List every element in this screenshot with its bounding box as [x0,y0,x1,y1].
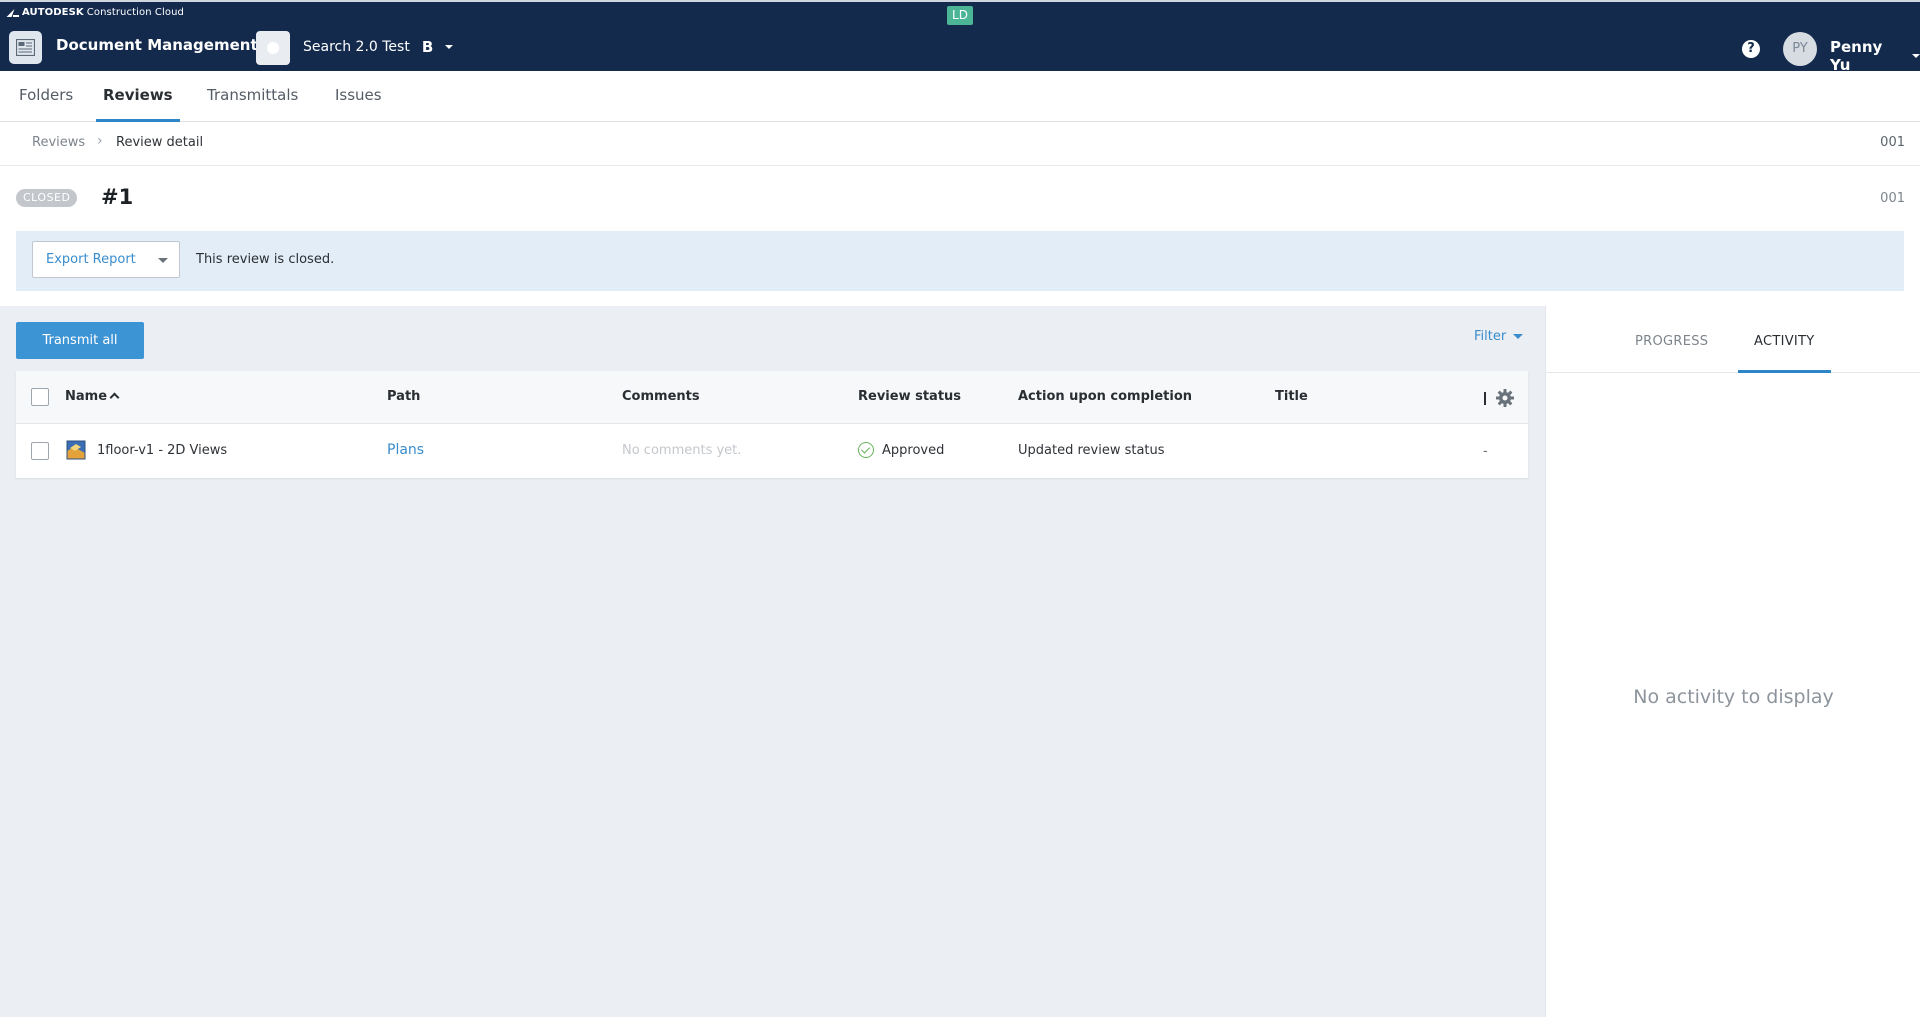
project-thumbnail[interactable] [256,31,290,65]
breadcrumb-code: 001 [1880,135,1905,150]
autodesk-logo-icon [8,9,19,17]
brand-name: AUTODESK [22,7,84,18]
tab-transmittals[interactable]: Transmittals [207,86,298,122]
export-report-dropdown[interactable]: Export Report [32,241,180,278]
tab-activity[interactable]: ACTIVITY [1738,334,1831,373]
user-avatar[interactable]: PY [1783,32,1817,66]
banner-message: This review is closed. [196,252,335,267]
chevron-down-icon [1912,54,1920,58]
environment-badge: LD [947,6,973,25]
file-name[interactable]: 1floor-v1 - 2D Views [97,443,227,458]
column-header-path[interactable]: Path [387,389,420,404]
settings-gear-icon[interactable] [1495,388,1515,408]
review-status-cell: Approved [858,442,944,458]
column-resize-handle[interactable] [1484,392,1486,405]
transmit-all-button[interactable]: Transmit all [16,322,144,359]
action-upon-completion: Updated review status [1018,443,1165,458]
table-header: Name Path Comments Review status Action … [16,371,1528,424]
column-header-name[interactable]: Name [65,389,120,404]
project-selector[interactable]: Search 2.0 Test B [303,38,454,56]
review-header: CLOSED #1 001 Export Report This review … [0,166,1920,306]
breadcrumb: Reviews › Review detail 001 [0,122,1920,166]
brand-logo[interactable]: AUTODESK Construction Cloud [8,7,184,18]
side-panel: PROGRESS ACTIVITY No activity to display [1545,306,1920,1017]
column-header-review-status[interactable]: Review status [858,389,961,404]
column-header-action[interactable]: Action upon completion [1018,389,1192,404]
tab-issues[interactable]: Issues [335,86,382,122]
approved-check-icon [858,442,874,458]
file-comments: No comments yet. [622,443,742,458]
select-all-checkbox[interactable] [31,388,49,406]
review-title: #1 [101,185,134,209]
empty-activity-message: No activity to display [1633,686,1834,708]
row-checkbox[interactable] [31,442,49,460]
review-status-label: Approved [882,442,945,458]
table-row[interactable]: 1floor-v1 - 2D Views Plans No comments y… [16,424,1528,478]
file-path-link[interactable]: Plans [387,442,424,458]
breadcrumb-reviews-link[interactable]: Reviews [32,135,85,150]
files-table: Name Path Comments Review status Action … [16,371,1528,478]
module-selector[interactable]: Document Management [56,36,273,54]
user-menu[interactable]: Penny Yu [1830,38,1920,74]
project-name: Search 2.0 Test [303,39,410,55]
drawing-file-icon [66,440,86,460]
help-icon[interactable]: ? [1742,40,1760,58]
side-panel-tabs: PROGRESS ACTIVITY [1546,306,1920,373]
module-title: Document Management [56,36,258,54]
caret-down-icon [1513,334,1524,339]
tab-progress[interactable]: PROGRESS [1635,334,1708,349]
filter-label: Filter [1474,329,1507,344]
document-management-icon[interactable] [9,31,42,64]
module-tabs: Folders Reviews Transmittals Issues [0,71,1920,122]
review-files-area: Transmit all Filter Name Path Comments R… [0,306,1545,1017]
column-header-comments[interactable]: Comments [622,389,700,404]
caret-down-icon [158,258,168,263]
breadcrumb-current: Review detail [116,135,204,150]
status-badge: CLOSED [16,189,78,207]
sort-ascending-icon [109,392,120,403]
user-name: Penny Yu [1830,38,1883,74]
closed-banner: Export Report This review is closed. [16,231,1904,291]
tab-reviews[interactable]: Reviews [96,86,180,122]
extra-column-value: - [1483,444,1488,459]
tab-folders[interactable]: Folders [19,86,73,122]
column-header-label: Name [65,389,108,404]
export-report-label: Export Report [46,252,136,267]
chevron-right-icon: › [97,133,103,149]
project-mark-icon: B [421,38,434,56]
chevron-down-icon [445,45,454,49]
filter-dropdown[interactable]: Filter [1474,329,1524,344]
review-code: 001 [1880,191,1905,206]
brand-product: Construction Cloud [86,7,184,18]
top-header: AUTODESK Construction Cloud LD Document … [0,0,1920,74]
column-header-title[interactable]: Title [1275,389,1308,404]
